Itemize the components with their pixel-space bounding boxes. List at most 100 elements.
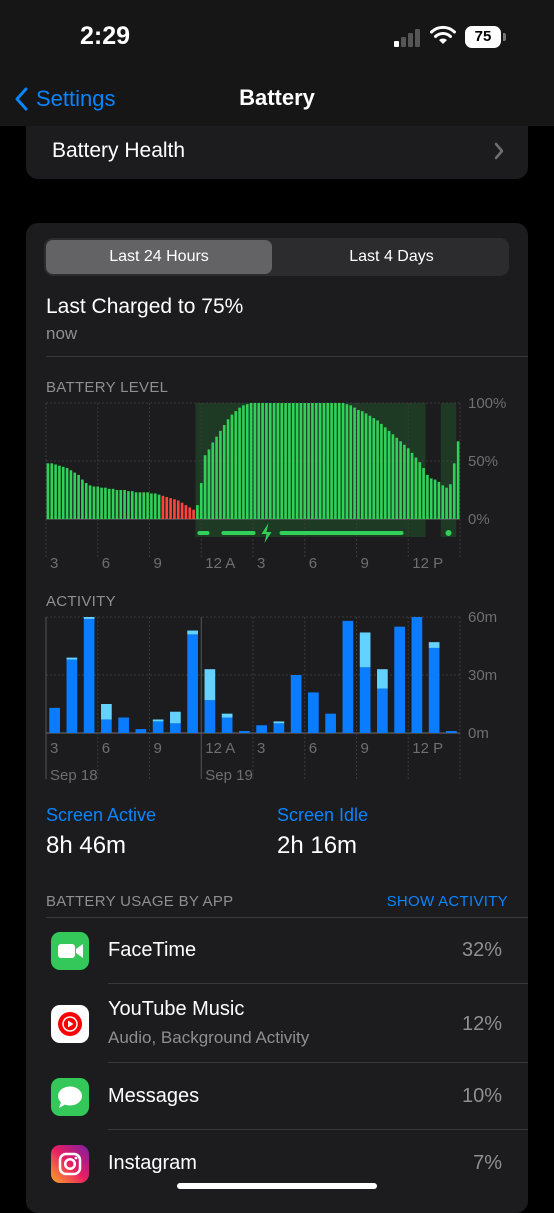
y-tick-label: 60m: [468, 612, 497, 626]
segment-last-4-days[interactable]: Last 4 Days: [276, 240, 507, 274]
activity-bar-active: [135, 729, 147, 733]
screen-idle-value: 2h 16m: [277, 832, 358, 859]
battery-bar: [456, 441, 460, 519]
app-row-youtube-music[interactable]: YouTube Music Audio, Background Activity…: [26, 984, 528, 1063]
battery-bar: [383, 427, 387, 519]
activity-bar-active: [359, 667, 371, 733]
activity-bar-active: [342, 620, 354, 733]
screen-active-value: 8h 46m: [46, 832, 127, 859]
home-indicator[interactable]: [177, 1183, 377, 1189]
battery-bar: [433, 479, 437, 519]
battery-bar: [403, 444, 406, 519]
battery-bar: [341, 403, 345, 519]
battery-bar: [245, 404, 249, 519]
app-percent: 12%: [461, 1013, 502, 1035]
y-tick-label: 100%: [468, 398, 506, 412]
app-row-messages[interactable]: Messages 10%: [26, 1063, 528, 1130]
battery-bar: [153, 493, 157, 519]
battery-bar: [196, 505, 199, 519]
battery-bar: [130, 491, 134, 519]
activity-bar-active: [66, 659, 78, 733]
battery-health-row[interactable]: Battery Health: [26, 126, 528, 179]
battery-bar: [150, 493, 153, 519]
battery-bar: [307, 403, 310, 519]
battery-bar: [249, 403, 253, 519]
battery-bar: [257, 403, 261, 519]
battery-bar: [253, 403, 257, 519]
battery-bar: [203, 455, 207, 519]
battery-bar: [207, 449, 211, 519]
show-activity-button[interactable]: SHOW ACTIVITY: [387, 893, 508, 910]
last-charged-title: Last Charged to 75%: [46, 295, 244, 318]
battery-bar: [176, 500, 180, 519]
battery-bar: [104, 487, 107, 519]
battery-bar: [92, 486, 96, 519]
battery-bar: [69, 470, 73, 519]
battery-bar: [54, 464, 57, 519]
battery-bar: [238, 407, 241, 519]
battery-bar: [288, 403, 291, 519]
battery-bar: [330, 403, 333, 519]
app-percent: 32%: [461, 939, 502, 961]
activity-bar-idle: [83, 617, 95, 619]
activity-bar-active: [204, 700, 216, 733]
battery-bar: [452, 463, 456, 519]
x-tick-label: 3: [50, 555, 58, 572]
battery-bar: [146, 492, 149, 519]
activity-bar-active: [83, 618, 95, 733]
battery-bar: [127, 491, 130, 519]
page-title: Battery: [239, 85, 315, 110]
battery-bar: [180, 502, 184, 519]
battery-bar: [161, 495, 165, 519]
screen-active-label: Screen Active: [46, 805, 157, 825]
battery-bar: [322, 403, 326, 519]
battery-bar: [380, 423, 383, 519]
battery-bar: [119, 490, 123, 519]
battery-bar: [115, 490, 119, 519]
battery-bar: [357, 409, 360, 519]
battery-bar: [100, 487, 103, 519]
battery-bar: [230, 414, 234, 519]
segment-last-24-hours[interactable]: Last 24 Hours: [46, 240, 272, 274]
battery-bar: [364, 413, 368, 519]
battery-bar: [349, 405, 353, 519]
x-tick-label: 9: [361, 555, 369, 572]
x-tick-label: 6: [309, 555, 317, 572]
battery-bar: [261, 403, 264, 519]
battery-bar: [61, 466, 65, 519]
battery-bar: [169, 498, 172, 519]
activity-bar-active: [49, 707, 60, 733]
date-label: Sep 19: [205, 767, 253, 784]
battery-bar: [107, 488, 111, 519]
battery-bar: [142, 492, 146, 519]
battery-bar: [295, 403, 299, 519]
battery-bar: [88, 485, 92, 519]
battery-bar: [226, 419, 230, 519]
x-tick-label: 6: [102, 555, 110, 572]
activity-bar-idle: [204, 669, 216, 701]
activity-bar-idle: [187, 630, 198, 635]
battery-tip: [503, 33, 506, 41]
battery-bar: [138, 492, 142, 519]
app-row-facetime[interactable]: FaceTime 32%: [26, 917, 528, 984]
app-percent: 7%: [473, 1152, 502, 1174]
battery-bar: [368, 415, 372, 519]
date-label: Sep 18: [50, 767, 98, 784]
cellular-signal-icon: [394, 29, 424, 47]
last-charged-subtitle: now: [46, 324, 78, 343]
battery-bar: [422, 467, 425, 519]
activity-bar-active: [377, 688, 388, 733]
y-tick-label: 50%: [468, 453, 498, 470]
battery-bar: [188, 507, 192, 519]
battery-bar: [441, 485, 445, 519]
activity-bar-idle: [273, 721, 285, 724]
battery-bar: [222, 425, 226, 519]
battery-indicator: 75: [465, 26, 501, 48]
battery-bar: [410, 452, 414, 519]
charging-highlight: [195, 403, 426, 537]
top-bar: 2:29 75 Settings Battery: [0, 0, 554, 126]
battery-bar: [96, 486, 100, 519]
battery-bar: [449, 484, 452, 519]
app-name: YouTube Music: [108, 998, 245, 1020]
time-range-segmented-control: Last 24 Hours Last 4 Days: [44, 238, 509, 276]
